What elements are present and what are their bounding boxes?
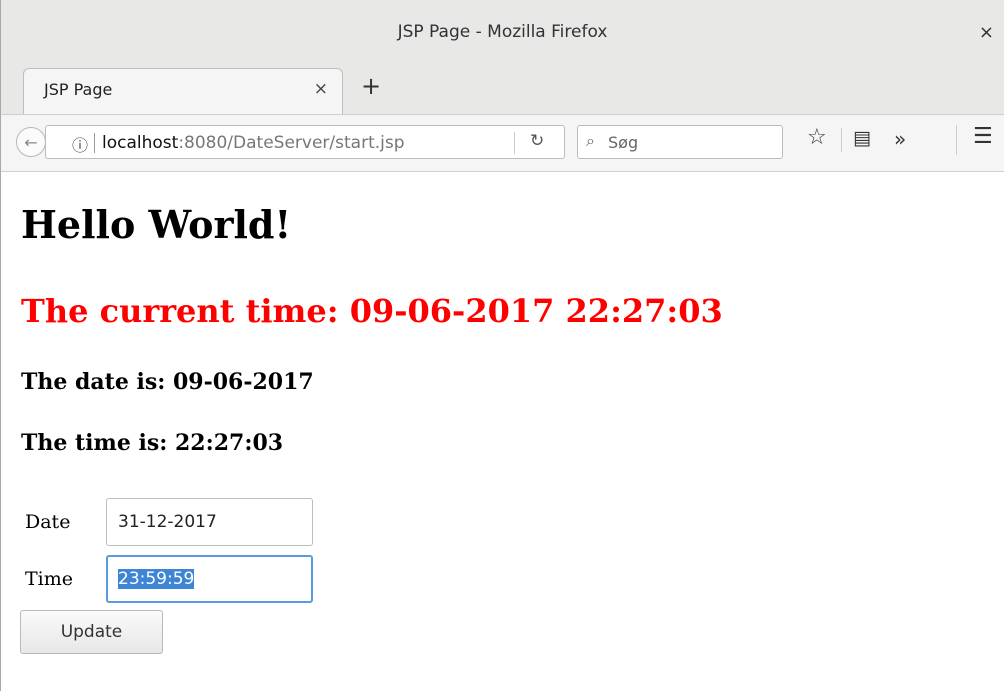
title-bar: JSP Page - Mozilla Firefox × (1, 0, 1004, 60)
toolbar-separator (956, 125, 957, 155)
url-path: :8080/DateServer/start.jsp (178, 133, 405, 153)
time-input[interactable] (106, 555, 313, 603)
search-icon: ⌕ (586, 131, 595, 150)
update-button[interactable]: Update (20, 610, 163, 654)
search-placeholder: Søg (608, 133, 639, 152)
url-text[interactable]: localhost:8080/DateServer/start.jsp (102, 133, 405, 153)
reader-icon[interactable]: ▤ (853, 127, 871, 149)
page-heading: Hello World! (21, 202, 292, 247)
tab-strip: JSP Page × + (1, 60, 1004, 115)
url-separator (94, 133, 95, 153)
window-close-icon[interactable]: × (979, 22, 994, 43)
date-label: Date (25, 511, 71, 533)
time-line: The time is: 22:27:03 (21, 430, 284, 456)
tab-label: JSP Page (44, 80, 113, 99)
reload-icon[interactable]: ↻ (530, 131, 544, 151)
url-host: localhost (102, 133, 179, 153)
page-content: Hello World! The current time: 09-06-201… (1, 172, 1004, 691)
date-input[interactable] (106, 498, 313, 546)
info-icon[interactable]: ⓘ (72, 132, 88, 156)
window-title: JSP Page - Mozilla Firefox (397, 22, 608, 42)
date-line: The date is: 09-06-2017 (21, 369, 314, 395)
back-icon: ← (24, 132, 38, 152)
url-bar[interactable]: ⓘ localhost:8080/DateServer/start.jsp ↻ (45, 125, 565, 159)
toolbar-separator (841, 128, 842, 152)
search-bar[interactable]: ⌕ Søg (577, 125, 783, 159)
browser-window: JSP Page - Mozilla Firefox × JSP Page × … (0, 0, 1004, 691)
new-tab-icon[interactable]: + (361, 72, 381, 100)
time-label: Time (25, 568, 74, 590)
menu-icon[interactable]: ☰ (973, 124, 993, 149)
star-icon[interactable]: ☆ (807, 125, 827, 150)
tab-jsp-page[interactable]: JSP Page × (23, 68, 343, 114)
back-button[interactable]: ← (16, 127, 46, 157)
current-time-heading: The current time: 09-06-2017 22:27:03 (21, 292, 723, 330)
tab-close-icon[interactable]: × (314, 79, 328, 99)
reload-separator (514, 132, 515, 154)
overflow-icon[interactable]: » (894, 127, 906, 151)
